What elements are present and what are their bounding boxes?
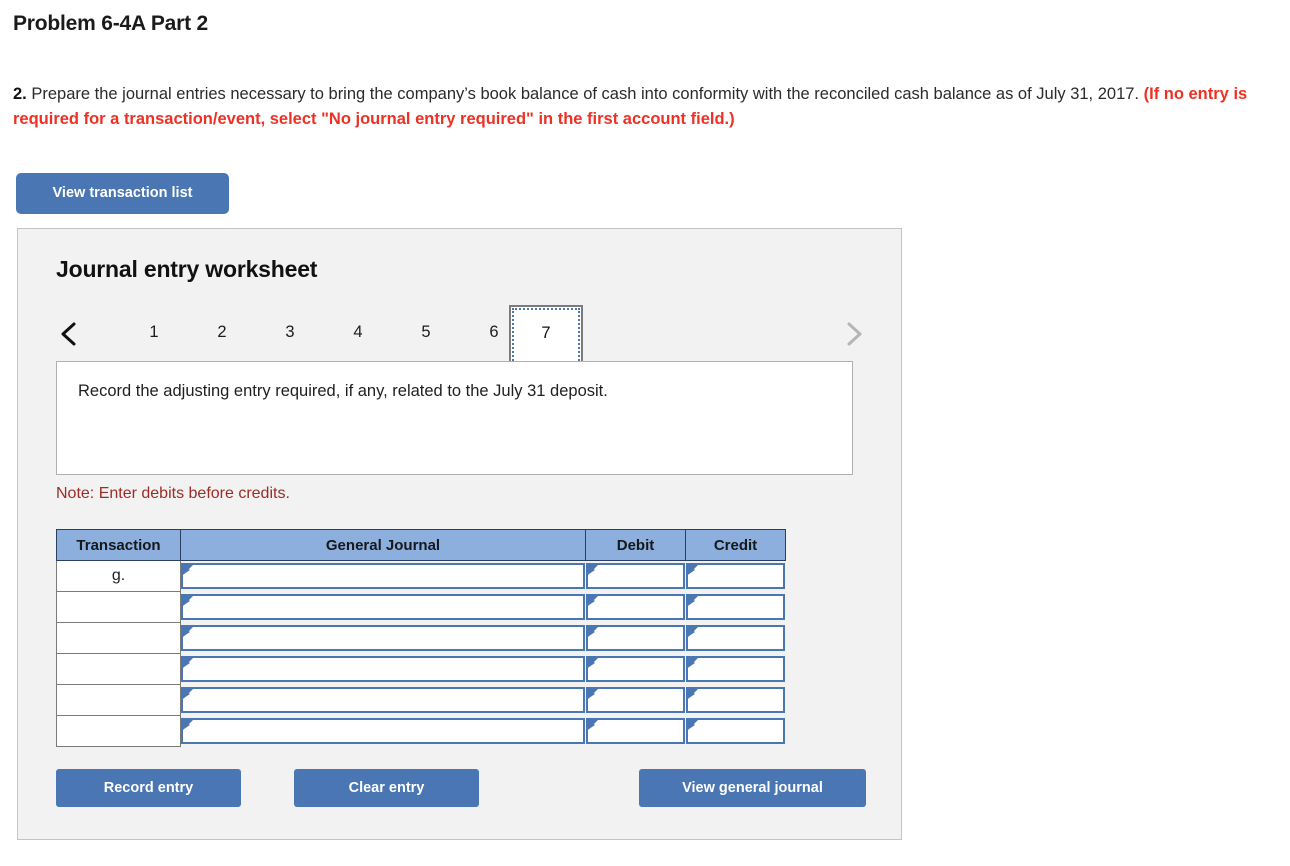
debit-cell: [585, 591, 686, 623]
dropdown-triangle-icon: [688, 566, 695, 575]
view-general-journal-button[interactable]: View general journal: [639, 769, 866, 807]
view-transaction-list-button[interactable]: View transaction list: [16, 173, 229, 214]
dropdown-triangle-icon: [184, 690, 190, 698]
general-journal-input[interactable]: [181, 625, 585, 651]
instruction-number: 2.: [13, 85, 27, 103]
column-header-general-journal: General Journal: [180, 529, 586, 561]
page-title: Problem 6-4A Part 2: [13, 12, 208, 35]
worksheet-heading: Journal entry worksheet: [56, 256, 318, 282]
general-journal-cell: [180, 591, 586, 623]
general-journal-cell: [180, 653, 586, 685]
general-journal-input[interactable]: [181, 718, 585, 744]
transaction-label-cell: [56, 653, 181, 685]
record-entry-button[interactable]: Record entry: [56, 769, 241, 807]
transaction-label-cell: g.: [56, 560, 181, 592]
credit-cell: [685, 591, 786, 623]
table-row: [56, 591, 786, 623]
dropdown-triangle-icon: [184, 659, 190, 667]
worksheet-tabstrip: 1 2 3 4 5 6: [18, 301, 901, 360]
general-journal-input[interactable]: [181, 687, 585, 713]
table-row: g.: [56, 560, 786, 592]
transaction-label-cell: [56, 684, 181, 716]
worksheet-tab-1[interactable]: 1: [131, 315, 177, 349]
debit-cell: [585, 715, 686, 747]
page-root: Problem 6-4A Part 2 2. Prepare the journ…: [0, 0, 1290, 866]
dropdown-triangle-icon: [688, 721, 695, 729]
question-box: Record the adjusting entry required, if …: [56, 361, 853, 475]
worksheet-tab-7-selected[interactable]: 7: [509, 305, 583, 361]
table-row: [56, 653, 786, 685]
column-header-transaction: Transaction: [56, 529, 181, 561]
dropdown-triangle-icon: [588, 721, 595, 729]
dropdown-triangle-icon: [184, 721, 190, 729]
credit-input[interactable]: [685, 656, 785, 682]
credit-cell: [685, 684, 786, 716]
general-journal-cell: [180, 684, 586, 716]
general-journal-input[interactable]: [181, 656, 585, 682]
dropdown-triangle-icon: [688, 690, 695, 698]
clear-entry-button[interactable]: Clear entry: [294, 769, 479, 807]
general-journal-cell: [180, 715, 586, 747]
credit-cell: [685, 715, 786, 747]
dropdown-triangle-icon: [184, 628, 190, 636]
debit-cell: [585, 653, 686, 685]
credit-input[interactable]: [685, 594, 785, 620]
dropdown-triangle-icon: [184, 566, 190, 575]
instruction-body: Prepare the journal entries necessary to…: [26, 85, 1144, 103]
debit-input[interactable]: [585, 625, 685, 651]
instructions-paragraph: 2. Prepare the journal entries necessary…: [13, 82, 1271, 132]
chevron-left-icon[interactable]: [58, 321, 80, 347]
credit-cell: [685, 622, 786, 654]
dropdown-triangle-icon: [184, 597, 190, 605]
general-journal-cell: [180, 560, 586, 592]
dropdown-triangle-icon: [588, 566, 595, 575]
debit-input[interactable]: [585, 594, 685, 620]
question-text: Record the adjusting entry required, if …: [78, 382, 608, 400]
credit-input[interactable]: [685, 563, 785, 590]
general-journal-input[interactable]: [181, 563, 585, 590]
dropdown-triangle-icon: [688, 659, 695, 667]
general-journal-cell: [180, 622, 586, 654]
journal-entry-worksheet-panel: Journal entry worksheet 1 2 3 4 5 6 7 Re…: [17, 228, 902, 840]
column-header-debit: Debit: [585, 529, 686, 561]
debit-cell: [585, 622, 686, 654]
table-row: [56, 622, 786, 654]
debit-cell: [585, 684, 686, 716]
transaction-label-cell: [56, 715, 181, 747]
transaction-label-cell: [56, 591, 181, 623]
worksheet-tab-5[interactable]: 5: [403, 315, 449, 349]
dropdown-triangle-icon: [588, 659, 595, 667]
dropdown-triangle-icon: [588, 628, 595, 636]
table-row: [56, 684, 786, 716]
transaction-label-cell: [56, 622, 181, 654]
table-header-row: Transaction General Journal Debit Credit: [56, 529, 786, 561]
table-row: [56, 715, 786, 747]
worksheet-tab-2[interactable]: 2: [199, 315, 245, 349]
general-journal-input[interactable]: [181, 594, 585, 620]
column-header-credit: Credit: [685, 529, 786, 561]
chevron-right-icon[interactable]: [843, 321, 865, 347]
dropdown-triangle-icon: [688, 597, 695, 605]
dropdown-triangle-icon: [588, 690, 595, 698]
worksheet-tab-4[interactable]: 4: [335, 315, 381, 349]
debit-input[interactable]: [585, 718, 685, 744]
credit-input[interactable]: [685, 687, 785, 713]
debit-input[interactable]: [585, 656, 685, 682]
credit-cell: [685, 653, 786, 685]
dropdown-triangle-icon: [688, 628, 695, 636]
debit-input[interactable]: [585, 687, 685, 713]
credit-cell: [685, 560, 786, 592]
worksheet-tab-3[interactable]: 3: [267, 315, 313, 349]
worksheet-tab-7-label: 7: [541, 324, 551, 342]
debits-before-credits-note: Note: Enter debits before credits.: [56, 485, 290, 502]
credit-input[interactable]: [685, 718, 785, 744]
credit-input[interactable]: [685, 625, 785, 651]
dropdown-triangle-icon: [588, 597, 595, 605]
debit-input[interactable]: [585, 563, 685, 590]
journal-entry-table: Transaction General Journal Debit Credit…: [56, 529, 786, 747]
debit-cell: [585, 560, 686, 592]
